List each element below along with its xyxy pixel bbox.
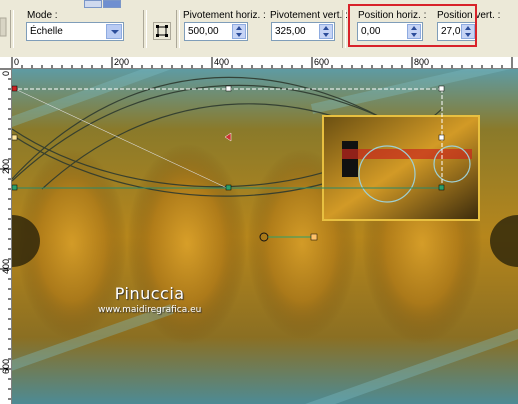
pick-tool-icon[interactable]	[0, 12, 8, 42]
transform-icon	[156, 25, 168, 37]
canvas-artwork	[12, 69, 518, 404]
ruler-label: 400	[214, 57, 230, 67]
watermark-name: Pinuccia	[114, 284, 185, 303]
pivot-vert-spinner[interactable]	[319, 24, 333, 39]
toolbar-separator	[176, 10, 180, 48]
tool-options-bar: Mode : Échelle Pivotement horiz. : 500,0…	[0, 0, 518, 56]
toolbar-separator	[342, 10, 346, 48]
horizontal-ruler: 0 200 400 600 800	[0, 57, 518, 69]
ruler-label: 600	[314, 57, 330, 67]
watermark-url: www.maidiregrafica.eu	[98, 305, 202, 315]
toolbar-separator	[10, 10, 14, 48]
mode-select[interactable]: Échelle	[26, 22, 124, 41]
toolbar-separator	[143, 10, 147, 48]
free-transform-button[interactable]	[153, 22, 171, 40]
pivot-horiz-label: Pivotement horiz. :	[183, 10, 266, 21]
image-canvas[interactable]: Pinuccia www.maidiregrafica.eu	[12, 69, 518, 404]
pivot-horiz-spinner[interactable]	[232, 24, 246, 39]
watermark: Pinuccia www.maidiregrafica.eu	[98, 284, 201, 315]
pivot-vert-label: Pivotement vert. :	[270, 10, 348, 21]
pivot-horiz-input[interactable]: 500,00	[184, 22, 248, 41]
ruler-label: 800	[414, 57, 430, 67]
ruler-label: 200	[114, 57, 130, 67]
ruler-label: 0	[1, 71, 11, 77]
pivot-horiz-value: 500,00	[188, 26, 219, 37]
highlight-frame	[348, 4, 477, 47]
toolbar-top-button[interactable]	[84, 0, 102, 8]
vertical-ruler: 0 200 400 600	[0, 69, 12, 404]
mode-label: Mode :	[27, 10, 58, 21]
pivot-vert-input[interactable]: 325,00	[271, 22, 335, 41]
chevron-down-icon[interactable]	[106, 24, 122, 39]
mode-value: Échelle	[30, 26, 63, 37]
ruler-label: 400	[1, 259, 11, 275]
toolbar-top-button-active[interactable]	[103, 0, 121, 8]
ruler-label: 200	[1, 159, 11, 175]
pivot-vert-value: 325,00	[275, 26, 306, 37]
ruler-label: 0	[14, 57, 20, 67]
ruler-label: 600	[1, 359, 11, 375]
